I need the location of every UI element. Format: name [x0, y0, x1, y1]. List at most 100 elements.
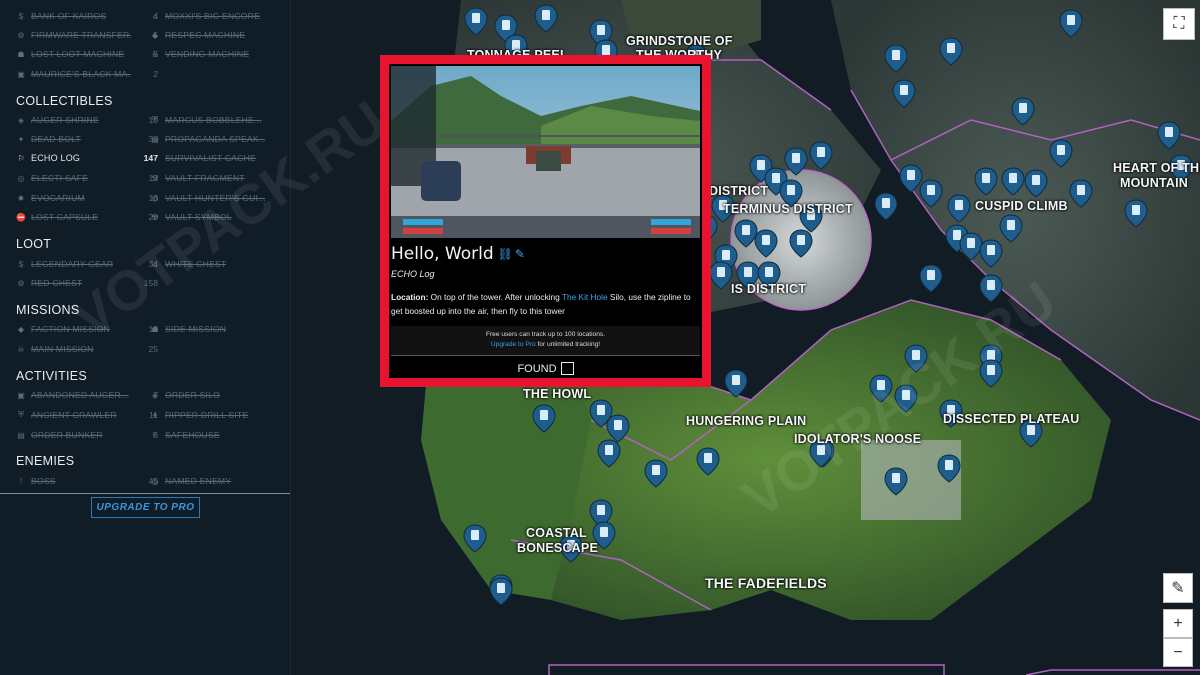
- filter-count: 10: [276, 153, 290, 163]
- echo-log-icon: [900, 85, 908, 95]
- filter-icon: ▤: [151, 134, 159, 144]
- popup-description: Location: On top of the tower. After unl…: [391, 290, 696, 318]
- echo-log-icon: [907, 170, 915, 180]
- filter-item[interactable]: ◆ RESPEC MACHINE 7: [150, 28, 290, 42]
- pencil-icon: ✎: [1171, 580, 1185, 597]
- filter-count: 5: [276, 476, 290, 486]
- filter-item[interactable]: ◈ AUGER SHRINE 10: [16, 113, 158, 127]
- filter-item[interactable]: $ LEGENDARY GEAR 34: [16, 257, 158, 271]
- filter-icon: ⚐: [151, 430, 159, 440]
- filter-icon: ⌂: [152, 259, 158, 269]
- echo-log-icon: [597, 405, 605, 415]
- filter-item[interactable]: ✦ RIPPER DRILL SITE 6: [150, 408, 290, 422]
- filter-icon: $: [18, 259, 24, 269]
- filter-label: SIDE MISSION: [165, 324, 227, 334]
- echo-log-icon: [722, 250, 730, 260]
- echo-log-icon: [1132, 205, 1140, 215]
- filter-item[interactable]: ✦ DEAD BOLT 39: [16, 132, 158, 146]
- echo-log-icon: [704, 453, 712, 463]
- filter-count: 9: [276, 390, 290, 400]
- filter-item[interactable]: ⌬ VAULT HUNTER'S GUI... 12: [150, 191, 290, 205]
- filter-item[interactable]: ✹ EVOCARIUM 18: [16, 191, 158, 205]
- filter-item[interactable]: ▣ ABANDONED AUGER... 7: [16, 388, 158, 402]
- filter-item[interactable]: ◎ ELECTI SAFE 13: [16, 171, 159, 185]
- filter-item[interactable]: ☗ LOST LOOT MACHINE 5: [16, 47, 158, 61]
- filter-item[interactable]: ◈ ORDER SILO 9: [150, 388, 290, 402]
- filter-icon: !: [153, 153, 157, 163]
- echo-log-icon: [927, 270, 935, 280]
- upgrade-button[interactable]: UPGRADE TO PRO: [91, 497, 200, 518]
- filter-label: ANCIENT CRAWLER: [31, 410, 117, 420]
- filter-item[interactable]: ⚐ ECHO LOG 147: [16, 151, 158, 165]
- filter-item[interactable]: ☗ SIDE MISSION 85: [150, 322, 290, 336]
- echo-log-icon: [472, 13, 480, 23]
- echo-log-icon: [1019, 103, 1027, 113]
- filter-item[interactable]: ⛔ LOST CAPSULE 20: [16, 210, 158, 224]
- filter-icon: !: [19, 476, 23, 486]
- filter-item[interactable]: ! BOSS 45: [16, 474, 158, 488]
- filter-item[interactable]: ⛨ ANCIENT CRAWLER 11: [16, 408, 158, 422]
- echo-log-icon: [1009, 173, 1017, 183]
- sidebar-divider: [0, 493, 290, 494]
- filter-icon: ◎: [151, 476, 159, 486]
- filter-item[interactable]: ☠ VENDING MACHINE 153: [150, 47, 290, 61]
- filter-item[interactable]: ⚐ SAFEHOUSE 14: [150, 428, 290, 442]
- edit-button[interactable]: ✎: [1163, 573, 1193, 603]
- location-popup: Hello, World ⛓ ✎ ECHO Log Location: On t…: [380, 55, 711, 387]
- echo-log-icon: [600, 527, 608, 537]
- echo-log-icon: [982, 173, 990, 183]
- echo-log-icon: [717, 267, 725, 277]
- echo-log-icon: [945, 460, 953, 470]
- filter-count: 2: [153, 69, 158, 79]
- filter-icon: ⚙: [17, 30, 25, 40]
- filter-item[interactable]: ◎ NAMED ENEMY 5: [150, 474, 290, 488]
- kit-hole-link[interactable]: The Kit Hole: [562, 292, 608, 302]
- link-icon[interactable]: ⛓: [498, 247, 513, 261]
- filter-count: 14: [276, 430, 290, 440]
- filter-label: MAURICE'S BLACK MA...: [31, 69, 131, 79]
- region-label: TERMINUS DISTRICT: [723, 202, 853, 216]
- filter-item[interactable]: ⚒ VAULT FRAGMENT 9: [150, 171, 290, 185]
- filter-icon: ☗: [17, 49, 25, 59]
- echo-log-icon: [892, 50, 900, 60]
- filter-icon: ▤: [17, 430, 25, 440]
- upgrade-link[interactable]: Upgrade to Pro: [491, 341, 536, 348]
- pencil-icon[interactable]: ✎: [515, 247, 525, 261]
- zoom-out-button[interactable]: −: [1163, 638, 1193, 667]
- echo-log-icon: [967, 238, 975, 248]
- region-label: GRINDSTONE OF: [626, 34, 733, 48]
- filter-item[interactable]: ▤ PROPAGANDA SPEAK... 28: [150, 132, 290, 146]
- filter-item[interactable]: ☠ MAIN MISSION 25: [16, 342, 158, 356]
- filter-icon: ◈: [151, 390, 159, 400]
- filter-item[interactable]: ▤ ORDER BUNKER 6: [16, 428, 158, 442]
- filter-item[interactable]: ◆ FACTION MISSION 10: [16, 322, 158, 336]
- section-title-enemies: ENEMIES: [16, 454, 75, 468]
- filter-icon: ☢: [151, 212, 159, 222]
- echo-log-icon: [765, 267, 773, 277]
- filter-label: LOST CAPSULE: [31, 212, 99, 222]
- filter-item[interactable]: ⌂ WHITE CHEST 165: [150, 257, 290, 271]
- found-checkbox[interactable]: [560, 362, 574, 375]
- region-label: MOUNTAIN: [1120, 176, 1189, 190]
- fullscreen-button[interactable]: ⛶: [1163, 8, 1195, 40]
- filter-item[interactable]: ! SURVIVALIST CACHE 10: [150, 151, 290, 165]
- filter-icon: ⚒: [151, 173, 159, 183]
- fullscreen-icon: ⛶: [1173, 15, 1185, 32]
- filter-item[interactable]: ☢ VAULT SYMBOL 45: [150, 210, 290, 224]
- filter-item[interactable]: ⌂ MOXXI'S BIG ENCORE 31: [150, 9, 290, 23]
- filter-item[interactable]: ⛨ MARCUS BOBBLEHE... 132: [150, 113, 290, 127]
- filter-item[interactable]: ▣ MAURICE'S BLACK MA... 2: [16, 67, 158, 81]
- filter-count: 153: [276, 49, 290, 59]
- filter-label: VENDING MACHINE: [165, 49, 250, 59]
- filter-item[interactable]: ⚙ FIRMWARE TRANSFER... 5: [16, 28, 158, 42]
- zoom-in-button[interactable]: +: [1163, 609, 1193, 638]
- filter-icon: $: [18, 11, 24, 21]
- echo-log-icon: [877, 380, 885, 390]
- filter-icon: ⌬: [151, 193, 159, 203]
- filter-item[interactable]: $ BANK OF KAIROS 4: [16, 9, 158, 23]
- section-title-missions: MISSIONS: [16, 303, 80, 317]
- region-label: BONESCAPE: [517, 541, 598, 555]
- echo-log-icon: [1077, 185, 1085, 195]
- filter-item[interactable]: ⚙ RED CHEST 158: [16, 276, 158, 290]
- region-label: HUNGERING PLAIN: [686, 414, 807, 428]
